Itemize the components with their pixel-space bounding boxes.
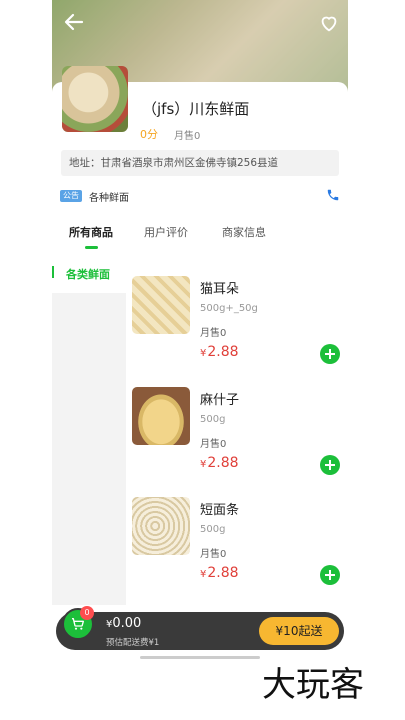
watermark-text: 大玩客 — [262, 665, 364, 704]
category-sidebar — [52, 255, 126, 605]
product-sales: 月售0 — [200, 328, 227, 339]
tab-user-reviews[interactable]: 用户评价 — [144, 224, 188, 240]
product-sales: 月售0 — [200, 549, 227, 560]
product-name: 短面条 — [200, 503, 240, 518]
heart-icon[interactable] — [318, 12, 340, 34]
delivery-fee: 预估配送费¥1 — [106, 638, 160, 648]
cart-count-badge: 0 — [80, 606, 94, 620]
product-price: ¥2.88 — [200, 455, 239, 471]
product-spec: 500g — [200, 524, 226, 535]
product-price: ¥2.88 — [200, 344, 239, 360]
shop-name: （jfs）川东鲜面 — [142, 100, 250, 118]
product-sales: 月售0 — [200, 439, 227, 450]
product-item[interactable]: 麻什子 500g 月售0 ¥2.88 — [132, 387, 348, 497]
category-active-bar — [52, 266, 54, 278]
product-price: ¥2.88 — [200, 565, 239, 581]
shop-tabs: 所有商品 用户评价 商家信息 — [52, 218, 348, 249]
price-currency: ¥ — [200, 569, 207, 580]
notice-badge: 公告 — [60, 190, 82, 202]
price-value: 2.88 — [207, 565, 239, 581]
cart-bar: 0 ¥0.00 预估配送费¥1 ¥10起送 — [56, 606, 344, 650]
add-to-cart-button[interactable] — [320, 344, 340, 364]
product-image[interactable] — [132, 387, 190, 445]
product-image[interactable] — [132, 497, 190, 555]
add-to-cart-button[interactable] — [320, 565, 340, 585]
active-tab-indicator — [85, 246, 98, 249]
product-name: 麻什子 — [200, 393, 240, 408]
price-currency: ¥ — [200, 459, 207, 470]
home-indicator — [140, 656, 260, 659]
product-spec: 500g — [200, 414, 226, 425]
shop-score: 0分 — [140, 128, 158, 141]
shop-address: 地址：甘肃省酒泉市肃州区金佛寺镇256县道 — [61, 150, 339, 176]
category-label[interactable]: 各类鲜面 — [66, 266, 110, 282]
product-item[interactable]: 猫耳朵 500g+_50g 月售0 ¥2.88 — [132, 276, 348, 386]
product-image[interactable] — [132, 276, 190, 334]
product-item[interactable]: 短面条 500g 月售0 ¥2.88 — [132, 497, 348, 607]
shop-monthly-sales: 月售0 — [174, 131, 201, 142]
price-value: 2.88 — [207, 344, 239, 360]
price-currency: ¥ — [200, 348, 207, 359]
shop-logo — [62, 66, 128, 132]
phone-icon[interactable] — [326, 188, 340, 202]
product-name: 猫耳朵 — [200, 282, 240, 297]
product-spec: 500g+_50g — [200, 303, 258, 314]
checkout-button[interactable]: ¥10起送 — [259, 617, 339, 645]
shop-page: （jfs）川东鲜面 0分 月售0 地址：甘肃省酒泉市肃州区金佛寺镇256县道 公… — [52, 0, 348, 660]
add-to-cart-button[interactable] — [320, 455, 340, 475]
tab-shop-info[interactable]: 商家信息 — [222, 224, 266, 240]
tab-all-products[interactable]: 所有商品 — [69, 224, 113, 240]
watermark-logo: 大玩客 — [262, 665, 364, 704]
back-arrow-icon[interactable] — [62, 10, 86, 34]
price-value: 2.88 — [207, 455, 239, 471]
cart-total: ¥0.00 — [106, 616, 141, 631]
notice-text: 各种鲜面 — [89, 193, 129, 204]
cart-total-value: 0.00 — [112, 616, 142, 631]
